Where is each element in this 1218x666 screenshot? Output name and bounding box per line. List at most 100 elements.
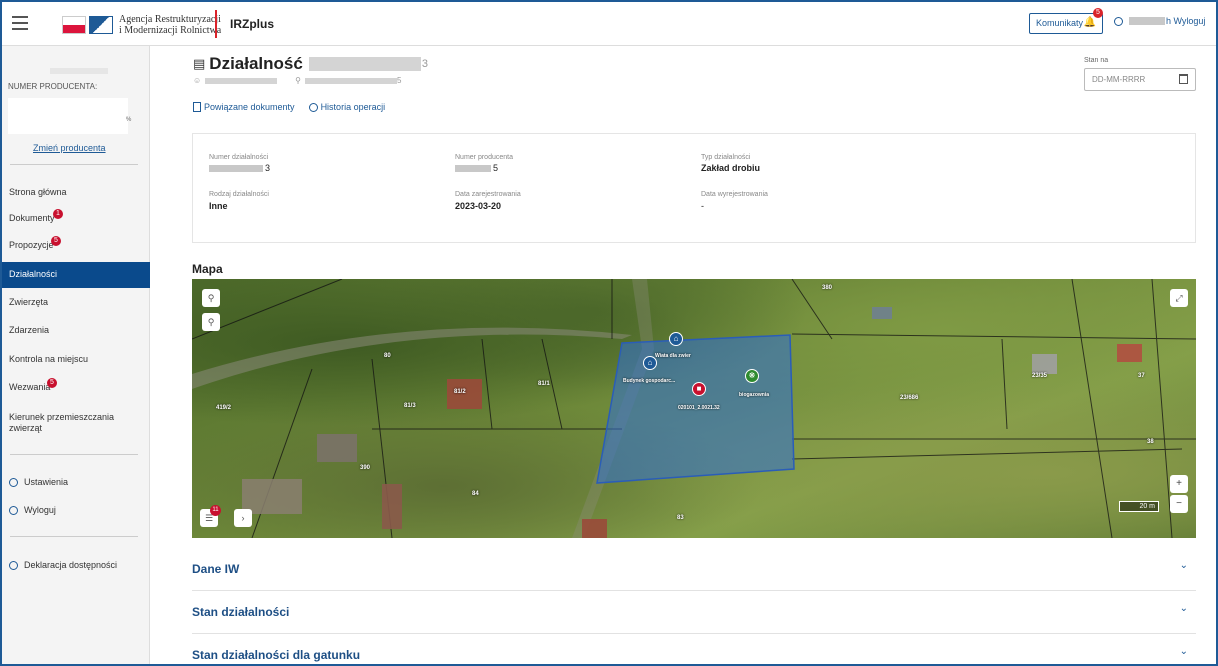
title-suffix: 3 <box>421 58 428 70</box>
user-icon <box>1114 16 1123 26</box>
section-activity-status-species[interactable]: Stan działalności dla gatunku ⌄ <box>192 634 1196 666</box>
nav-label: Zdarzenia <box>9 325 50 335</box>
sidebar-logout-link[interactable]: Wyloguj <box>9 505 56 515</box>
sidebar-item-documents[interactable]: Dokumenty 1 <box>2 206 150 232</box>
sidebar-divider <box>10 164 138 165</box>
plot-label: 380 <box>822 285 833 291</box>
sidebar-item-movement-direction[interactable]: Kierunek przemieszczania zwierząt <box>2 408 132 446</box>
section-iw-data[interactable]: Dane IW ⌄ <box>192 548 1196 591</box>
activity-kind-label: Rodzaj działalności <box>209 191 269 198</box>
redacted-username <box>1129 17 1165 25</box>
section-activity-status[interactable]: Stan działalności ⌄ <box>192 591 1196 634</box>
producer-pct: % <box>126 117 132 123</box>
map-zoom-in-button[interactable]: + <box>1170 475 1188 493</box>
deregistered-date-value: - <box>701 201 704 211</box>
map-expand-panel-button[interactable]: › <box>234 509 252 527</box>
arimr-mark-icon <box>89 16 113 34</box>
sidebar-divider <box>10 454 138 455</box>
date-filter-input[interactable]: DD-MM-RRRR <box>1084 68 1196 91</box>
bell-icon: 🔔 <box>1083 17 1096 28</box>
sidebar-item-proposals[interactable]: Propozycje 5 <box>2 233 150 259</box>
document-icon <box>193 102 201 112</box>
map-scale-bar: 20 m <box>1119 501 1159 512</box>
activity-number-label: Numer działalności <box>209 154 269 161</box>
marker-label: 020101_2.0021.32 <box>678 405 720 411</box>
notifications-badge: 5 <box>1093 8 1103 18</box>
logout-label: Wyloguj <box>24 505 56 515</box>
agency-line-1: Agencja Restrukturyzacji <box>119 14 221 25</box>
logout-label: h Wyloguj <box>1166 16 1206 26</box>
redacted-location <box>305 77 398 84</box>
top-header: Agencja Restrukturyzacji i Modernizacji … <box>2 2 1216 46</box>
calendar-icon[interactable] <box>1179 74 1188 84</box>
sidebar-item-animals[interactable]: Zwierzęta <box>2 290 150 316</box>
shelter-marker-icon[interactable]: ⌂ <box>669 332 683 346</box>
arimr-logo[interactable]: Agencja Restrukturyzacji i Modernizacji … <box>62 14 221 36</box>
operation-history-label: Historia operacji <box>320 102 386 112</box>
activity-type-label: Typ działalności <box>701 154 751 161</box>
person-icon: ☺ <box>193 76 202 85</box>
chevron-down-icon: ⌄ <box>1179 603 1188 614</box>
map-view[interactable]: ⚲ ⚲ ⤢ + − ☰ 11 › 20 m 419/2 80 81/3 81/2… <box>192 279 1196 538</box>
documents-badge: 1 <box>53 209 63 219</box>
map-fullscreen-button[interactable]: ⤢ <box>1170 289 1188 307</box>
nav-label: Działalności <box>9 269 58 279</box>
section-title: Dane IW <box>192 562 240 576</box>
map-search-button[interactable]: ⚲ <box>202 289 220 307</box>
sidebar-item-events[interactable]: Zdarzenia <box>2 318 150 344</box>
activity-location-marker-icon[interactable]: ■ <box>692 382 706 396</box>
sidebar-item-home[interactable]: Strona główna <box>2 180 150 206</box>
plot-label: 37 <box>1138 373 1145 379</box>
registered-date-value: 2023-03-20 <box>455 201 502 211</box>
map-search-coordinates-button[interactable]: ⚲ <box>202 313 220 331</box>
nav-label: Propozycje <box>9 240 54 250</box>
hamburger-menu-icon[interactable] <box>12 16 28 30</box>
plot-label: 38 <box>1147 439 1154 445</box>
redacted-person <box>205 77 278 84</box>
registered-date-label: Data zarejestrowania <box>455 191 521 198</box>
date-filter-label: Stan na <box>1084 57 1109 64</box>
related-documents-label: Powiązane dokumenty <box>204 102 295 112</box>
header-separator <box>215 10 217 38</box>
accessibility-label: Deklaracja dostępności <box>24 560 118 570</box>
building-icon: ▤ <box>193 56 206 71</box>
farm-building-marker-icon[interactable]: ⌂ <box>643 356 657 370</box>
nav-label: Dokumenty <box>9 213 55 223</box>
proposals-badge: 5 <box>51 236 61 246</box>
plot-label: 84 <box>472 491 479 497</box>
plot-label: 390 <box>360 465 371 471</box>
activity-meta: ☺ ⚲ 5 <box>193 76 401 85</box>
plot-label: 81/1 <box>538 381 550 387</box>
marker-label: biogazownia <box>739 392 769 398</box>
settings-link[interactable]: Ustawienia <box>9 477 68 487</box>
user-logout-link[interactable]: h Wyloguj <box>1114 16 1205 26</box>
agency-line-2: i Modernizacji Rolnictwa <box>119 25 222 36</box>
marker-label: Wiata dla zwier <box>655 353 691 359</box>
history-icon <box>308 102 318 112</box>
notifications-button[interactable]: Komunikaty 🔔 <box>1029 13 1103 34</box>
location-pin-icon: ⚲ <box>295 76 302 85</box>
biogas-marker-icon[interactable]: ❋ <box>745 369 759 383</box>
related-documents-link[interactable]: Powiązane dokumenty <box>193 102 295 112</box>
document-links: Powiązane dokumenty Historia operacji <box>193 102 399 112</box>
sidebar-item-inspection[interactable]: Kontrola na miejscu <box>2 347 150 373</box>
map-title: Mapa <box>192 262 223 276</box>
accessibility-link[interactable]: Deklaracja dostępności <box>9 560 117 570</box>
logout-user-icon <box>9 505 18 515</box>
poland-emblem-icon <box>62 16 86 34</box>
sidebar-item-summons[interactable]: Wezwania 5 <box>2 375 150 401</box>
deregistered-date-label: Data wyrejestrowania <box>701 191 768 198</box>
change-producer-link[interactable]: Zmień producenta <box>33 143 106 153</box>
redacted-producer-number <box>455 165 491 172</box>
sidebar-item-activities[interactable]: Działalności <box>2 262 150 288</box>
summons-badge: 5 <box>47 378 57 388</box>
plot-label: 81/3 <box>404 403 416 409</box>
producer-info-box <box>8 98 128 134</box>
operation-history-link[interactable]: Historia operacji <box>308 102 386 112</box>
date-placeholder: DD-MM-RRRR <box>1092 75 1146 84</box>
nav-label: Zwierzęta <box>9 297 49 307</box>
map-zoom-out-button[interactable]: − <box>1170 495 1188 513</box>
plot-label: 23/686 <box>900 395 919 401</box>
activity-number-suffix: 3 <box>265 163 271 173</box>
plot-label: 23/35 <box>1032 373 1048 379</box>
